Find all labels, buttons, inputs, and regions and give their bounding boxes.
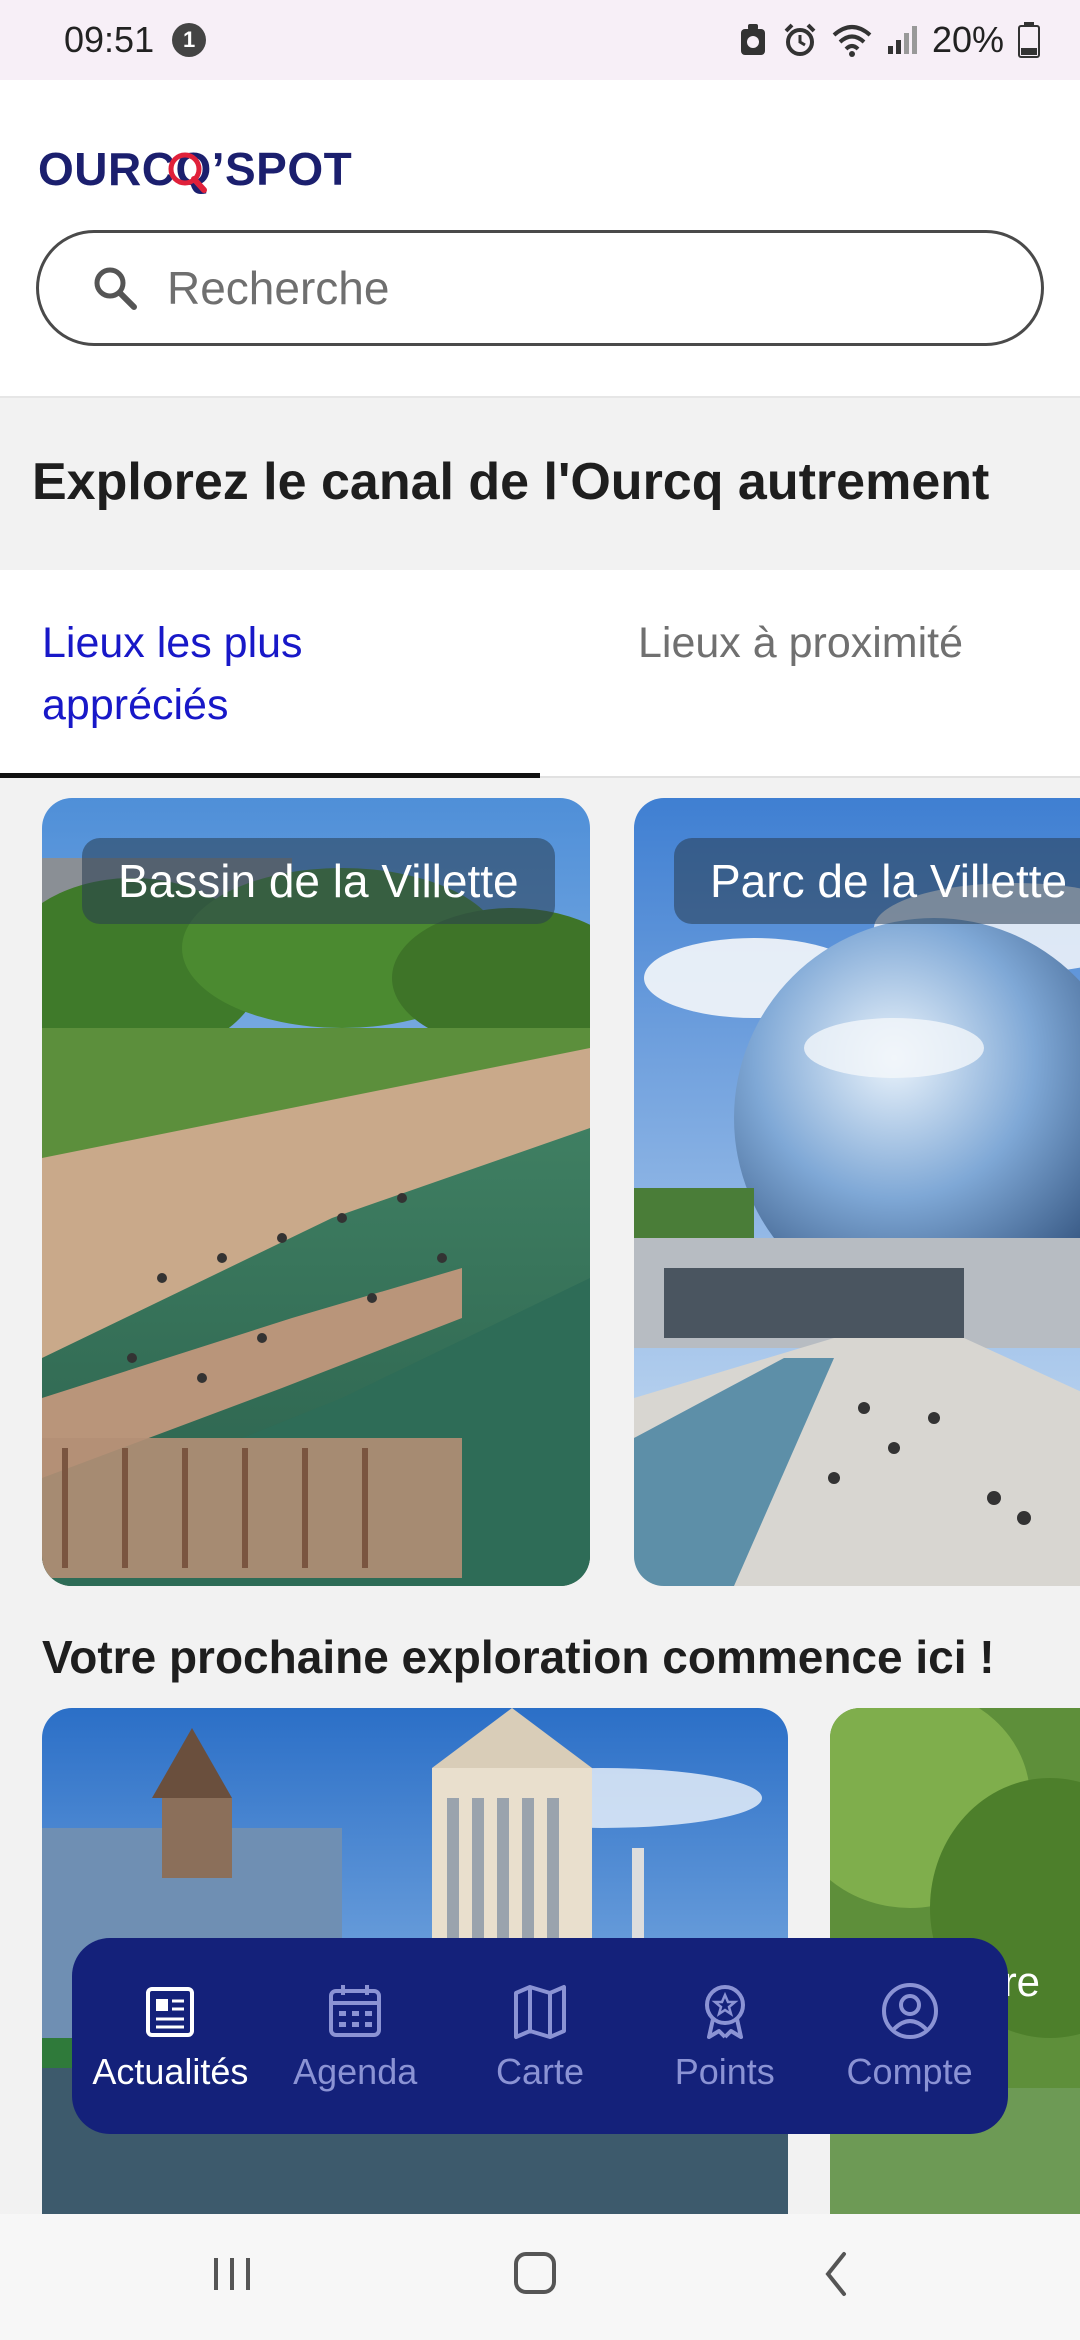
search-bar[interactable]	[36, 230, 1044, 346]
home-icon[interactable]	[510, 2244, 560, 2304]
account-icon	[881, 1983, 938, 2039]
nav-label: Compte	[846, 2051, 973, 2092]
award-icon	[704, 1985, 745, 2039]
tab-most-liked[interactable]: Lieux les plus appréciés	[42, 612, 472, 736]
alarm-icon	[784, 23, 816, 56]
map-icon	[513, 1985, 566, 2039]
nav-label: Points	[674, 2051, 775, 2092]
app-logo[interactable]: OURCQ’SPOT	[38, 130, 358, 210]
places-carousel[interactable]: Bassin de la Villette Parc de la Villett…	[0, 798, 1080, 1588]
battery-percent: 20%	[931, 19, 1004, 60]
status-icons: 20%	[738, 19, 1040, 61]
places-tabs: Lieux les plus appréciés Lieux à proximi…	[0, 570, 1080, 778]
hero-title: Explorez le canal de l'Ourcq autrement	[32, 453, 990, 511]
app-header: OURCQ’SPOT	[0, 80, 1080, 398]
place-name: Bassin de la Villette	[82, 838, 555, 924]
nav-label: Actualités	[92, 2051, 249, 2092]
search-icon	[94, 267, 137, 310]
back-icon[interactable]	[816, 2244, 856, 2304]
status-time: 09:51	[64, 19, 155, 60]
newspaper-icon	[146, 1987, 195, 2037]
nav-agenda[interactable]: Agenda	[267, 1979, 443, 2093]
battery-icon	[1018, 22, 1040, 58]
active-tab-indicator	[0, 773, 540, 778]
nav-carte[interactable]: Carte	[452, 1979, 628, 2093]
place-card-parc[interactable]: Parc de la Villette	[634, 798, 1080, 1586]
nav-actualites[interactable]: Actualités	[82, 1979, 258, 2093]
system-navigation-bar	[0, 2214, 1080, 2340]
recycle-icon	[740, 24, 765, 55]
place-card-bassin[interactable]: Bassin de la Villette	[42, 798, 590, 1586]
calendar-icon	[329, 1985, 382, 2037]
notification-count-badge: 1	[172, 23, 207, 57]
ourcqspot-logo: OURCQ’SPOT	[38, 143, 352, 195]
place-name: Parc de la Villette	[674, 838, 1080, 924]
nav-compte[interactable]: Compte	[822, 1979, 998, 2093]
tab-nearby[interactable]: Lieux à proximité	[638, 612, 1058, 674]
nav-points[interactable]: Points	[637, 1979, 813, 2093]
svg-text:OURCQ’SPOT: OURCQ’SPOT	[38, 143, 352, 195]
bottom-navigation: Actualités Agenda Carte Points Compte	[72, 1938, 1008, 2134]
signal-icon	[887, 26, 917, 54]
recent-apps-icon[interactable]	[210, 2244, 254, 2304]
search-input[interactable]	[167, 261, 987, 315]
nav-label: Agenda	[293, 2051, 418, 2092]
nav-label: Carte	[495, 2051, 584, 2092]
wifi-icon	[832, 25, 872, 57]
section-title: Votre prochaine exploration commence ici…	[42, 1631, 995, 1683]
status-bar: 09:51 1 20%	[0, 0, 1080, 80]
